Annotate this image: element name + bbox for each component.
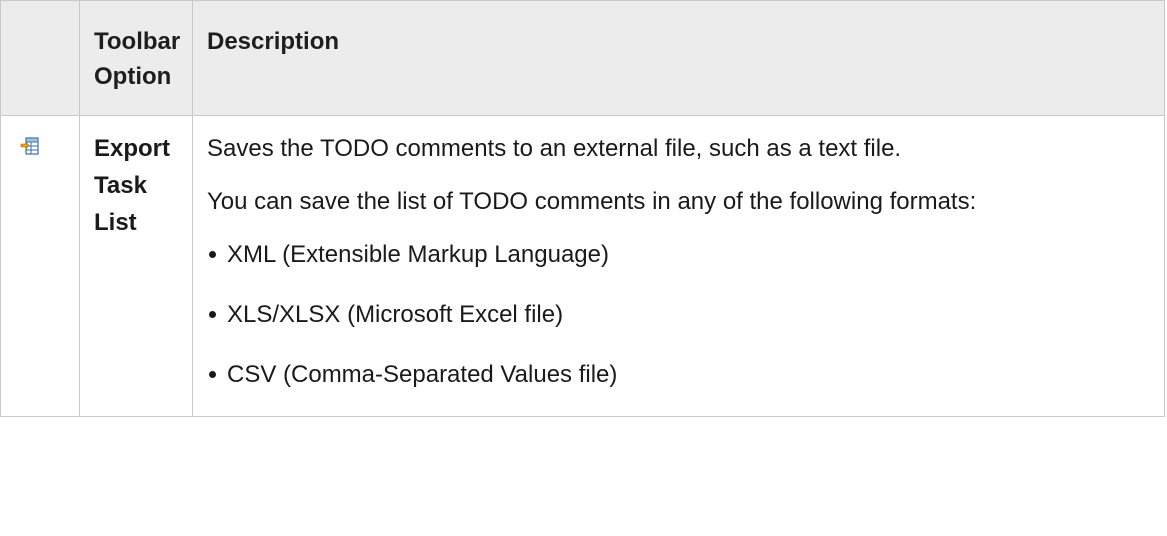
table-header-row: Toolbar Option Description [0,0,1165,116]
format-label: XLS/XLSX (Microsoft Excel file) [227,301,564,328]
list-item: CSV (Comma-Separated Values file) [207,356,1134,393]
list-item: XLS/XLSX (Microsoft Excel file) [207,296,1134,333]
list-item: XML (Extensible Markup Language) [207,236,1134,273]
description-paragraph: You can save the list of TODO comments i… [207,188,977,215]
description-paragraph: Saves the TODO comments to an external f… [207,135,902,162]
header-icon-cell [0,0,80,116]
table-row: Export Task List Saves the TODO comments… [0,115,1165,417]
format-label: CSV (Comma-Separated Values file) [227,361,618,388]
toolbar-options-table: Toolbar Option Description Export Task L… [0,0,1165,417]
bullet-icon [209,251,216,258]
icon-cell [0,115,80,417]
format-label: XML (Extensible Markup Language) [227,241,609,268]
description-cell: Saves the TODO comments to an external f… [192,115,1165,417]
header-toolbar-option: Toolbar Option [79,0,193,116]
header-description: Description [192,0,1165,116]
export-task-list-icon [20,137,39,155]
toolbar-option-name: Export Task List [79,115,193,417]
bullet-icon [209,311,216,318]
formats-list: XML (Extensible Markup Language) XLS/XLS… [207,236,1134,393]
bullet-icon [209,371,216,378]
